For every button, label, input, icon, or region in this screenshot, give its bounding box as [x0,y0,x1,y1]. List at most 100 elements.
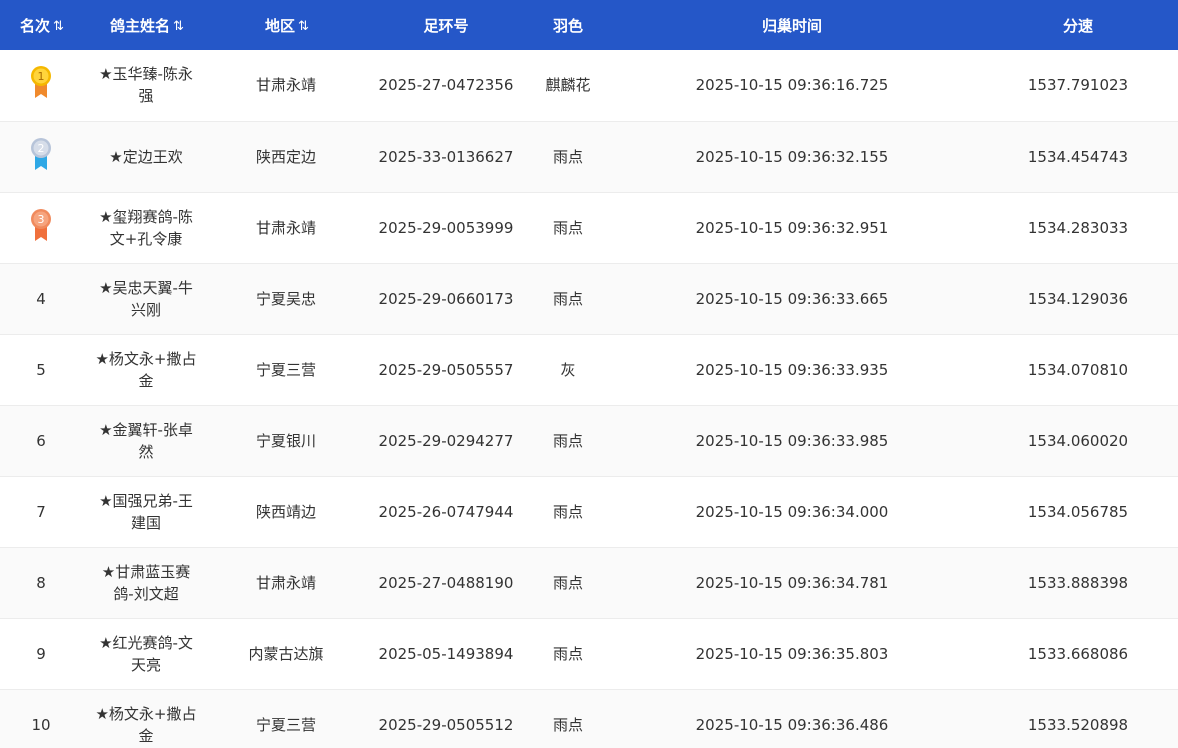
time-cell: 2025-10-15 09:36:36.486 [695,715,889,734]
ring-cell: 2025-27-0472356 [378,76,514,95]
svg-text:1: 1 [38,70,45,83]
header-rank[interactable]: 名次 ⇅ [0,0,82,50]
table-row[interactable]: 9 ★红光赛鸽-文天亮 内蒙古达旗 2025-05-1493894 雨点 202… [0,618,1178,689]
time-cell: 2025-10-15 09:36:33.935 [695,360,889,379]
gold-medal-icon: 1 [28,65,54,99]
rank-cell: 1 [0,50,82,121]
speed-cell: 1533.888398 [1027,573,1129,592]
speed-cell: 1534.454743 [1027,147,1129,166]
time-cell: 2025-10-15 09:36:32.951 [695,218,889,237]
results-table-container: 名次 ⇅ 鸽主姓名 ⇅ 地区 ⇅ 足环号 羽色 归巢时间 分速 1 ★玉华臻-陈… [0,0,1178,748]
region-cell: 内蒙古达旗 [248,644,324,663]
region-cell: 宁夏吴忠 [255,289,316,308]
table-row[interactable]: 3 ★玺翔赛鸽-陈文+孔令康 甘肃永靖 2025-29-0053999 雨点 2… [0,192,1178,263]
region-cell: 宁夏三营 [255,360,316,379]
ring-cell: 2025-29-0505557 [378,360,514,379]
color-cell: 雨点 [552,715,583,734]
owner-cell: ★国强兄弟-王建国 [99,491,193,532]
time-cell: 2025-10-15 09:36:33.985 [695,431,889,450]
speed-cell: 1534.060020 [1027,431,1129,450]
table-row[interactable]: 4 ★吴忠天翼-牛兴刚 宁夏吴忠 2025-29-0660173 雨点 2025… [0,263,1178,334]
table-row[interactable]: 2 ★定边王欢 陕西定边 2025-33-0136627 雨点 2025-10-… [0,121,1178,192]
time-cell: 2025-10-15 09:36:34.000 [695,502,889,521]
owner-cell: ★杨文永+撒占金 [95,704,197,745]
rank-cell: 9 [36,644,46,663]
owner-cell: ★玉华臻-陈永强 [99,65,193,106]
color-cell: 雨点 [552,289,583,308]
time-cell: 2025-10-15 09:36:35.803 [695,644,889,663]
ring-cell: 2025-29-0294277 [378,431,514,450]
sort-icon[interactable]: ⇅ [173,19,184,34]
ring-cell: 2025-26-0747944 [378,502,514,521]
rank-cell: 5 [36,360,46,379]
owner-cell: ★红光赛鸽-文天亮 [99,633,193,674]
color-cell: 雨点 [552,431,583,450]
color-cell: 雨点 [552,573,583,592]
color-cell: 雨点 [552,644,583,663]
rank-cell: 8 [36,573,46,592]
svg-text:3: 3 [38,213,45,226]
sort-icon[interactable]: ⇅ [298,19,309,34]
speed-cell: 1534.283033 [1027,218,1129,237]
ring-cell: 2025-29-0053999 [378,218,514,237]
region-cell: 宁夏三营 [255,715,316,734]
rank-cell: 3 [0,192,82,263]
color-cell: 灰 [560,360,576,379]
color-cell: 雨点 [552,218,583,237]
sort-icon[interactable]: ⇅ [53,19,64,34]
ring-cell: 2025-29-0660173 [378,289,514,308]
color-cell: 雨点 [552,147,583,166]
region-cell: 甘肃永靖 [255,573,316,592]
time-cell: 2025-10-15 09:36:32.155 [695,147,889,166]
ring-cell: 2025-29-0505512 [378,715,514,734]
region-cell: 甘肃永靖 [255,218,316,237]
owner-cell: ★定边王欢 [109,147,183,166]
header-owner[interactable]: 鸽主姓名 ⇅ [82,0,210,50]
region-cell: 甘肃永靖 [255,76,316,95]
region-cell: 陕西定边 [255,147,316,166]
region-cell: 陕西靖边 [255,502,316,521]
header-speed: 分速 [1062,16,1093,35]
header-region[interactable]: 地区 ⇅ [210,0,362,50]
owner-cell: ★金翼轩-张卓然 [99,420,193,461]
header-color: 羽色 [552,16,583,35]
time-cell: 2025-10-15 09:36:16.725 [695,76,889,95]
results-table: 名次 ⇅ 鸽主姓名 ⇅ 地区 ⇅ 足环号 羽色 归巢时间 分速 1 ★玉华臻-陈… [0,0,1178,748]
region-cell: 宁夏银川 [255,431,316,450]
speed-cell: 1533.668086 [1027,644,1129,663]
ring-cell: 2025-33-0136627 [378,147,514,166]
table-body: 1 ★玉华臻-陈永强 甘肃永靖 2025-27-0472356 麒麟花 2025… [0,50,1178,748]
table-row[interactable]: 7 ★国强兄弟-王建国 陕西靖边 2025-26-0747944 雨点 2025… [0,476,1178,547]
owner-cell: ★甘肃蓝玉赛鸽-刘文超 [101,562,191,603]
speed-cell: 1537.791023 [1027,76,1129,95]
header-time: 归巢时间 [761,16,822,35]
time-cell: 2025-10-15 09:36:33.665 [695,289,889,308]
table-header-row: 名次 ⇅ 鸽主姓名 ⇅ 地区 ⇅ 足环号 羽色 归巢时间 分速 [0,0,1178,50]
owner-cell: ★吴忠天翼-牛兴刚 [99,278,193,319]
owner-cell: ★杨文永+撒占金 [95,349,197,390]
ring-cell: 2025-05-1493894 [378,644,514,663]
table-row[interactable]: 10 ★杨文永+撒占金 宁夏三营 2025-29-0505512 雨点 2025… [0,689,1178,748]
time-cell: 2025-10-15 09:36:34.781 [695,573,889,592]
speed-cell: 1534.129036 [1027,289,1129,308]
svg-text:2: 2 [38,142,45,155]
bronze-medal-icon: 3 [28,208,54,242]
color-cell: 麒麟花 [545,76,591,95]
color-cell: 雨点 [552,502,583,521]
rank-cell: 4 [36,289,46,308]
rank-cell: 6 [36,431,46,450]
speed-cell: 1534.056785 [1027,502,1129,521]
rank-cell: 2 [0,121,82,192]
rank-cell: 10 [31,715,51,734]
header-ring: 足环号 [423,16,469,35]
table-row[interactable]: 1 ★玉华臻-陈永强 甘肃永靖 2025-27-0472356 麒麟花 2025… [0,50,1178,121]
speed-cell: 1534.070810 [1027,360,1129,379]
ring-cell: 2025-27-0488190 [378,573,514,592]
table-row[interactable]: 8 ★甘肃蓝玉赛鸽-刘文超 甘肃永靖 2025-27-0488190 雨点 20… [0,547,1178,618]
rank-cell: 7 [36,502,46,521]
owner-cell: ★玺翔赛鸽-陈文+孔令康 [99,207,193,248]
speed-cell: 1533.520898 [1027,715,1129,734]
table-row[interactable]: 5 ★杨文永+撒占金 宁夏三营 2025-29-0505557 灰 2025-1… [0,334,1178,405]
silver-medal-icon: 2 [28,137,54,171]
table-row[interactable]: 6 ★金翼轩-张卓然 宁夏银川 2025-29-0294277 雨点 2025-… [0,405,1178,476]
